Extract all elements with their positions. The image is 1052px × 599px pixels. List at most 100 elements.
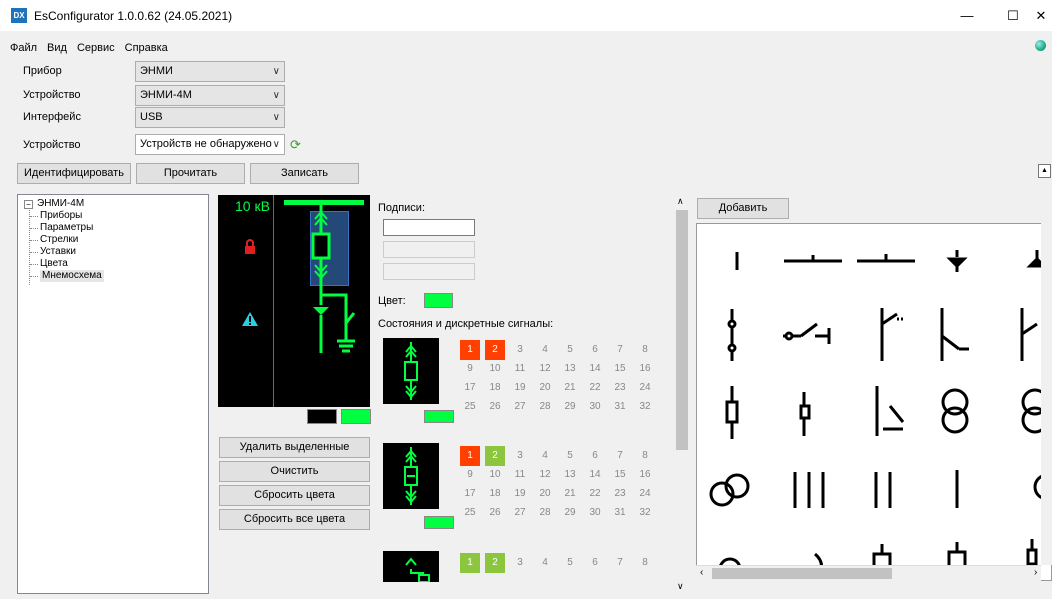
read-button[interactable]: Прочитать [136,163,245,184]
signal-cell[interactable]: 22 [585,378,605,398]
tree-item-devices[interactable]: Приборы [40,210,82,222]
element-palette[interactable] [696,223,1052,581]
scroll-down-icon[interactable]: ∨ [677,581,684,592]
states-scroll-thumb[interactable] [676,210,688,450]
signal-cell[interactable]: 3 [510,446,530,466]
signal-cell[interactable]: 6 [585,340,605,360]
palette-switch-drive-3[interactable] [1020,308,1038,361]
signal-cell[interactable]: 24 [635,484,655,504]
signal-cell[interactable]: 1 [460,340,480,360]
signal-cell[interactable]: 5 [560,340,580,360]
signal-cell[interactable]: 31 [610,397,630,417]
settings-tree[interactable]: − ЭНМИ-4М Приборы Параметры Стрелки Уста… [17,194,209,594]
signal-cell[interactable]: 19 [510,378,530,398]
signal-cell[interactable]: 30 [585,397,605,417]
signal-cell[interactable]: 12 [535,359,555,379]
signal-cell[interactable]: 4 [535,446,555,466]
signal-cell[interactable]: 22 [585,484,605,504]
signal-cell[interactable]: 23 [610,378,630,398]
palette-reactor-triple[interactable] [793,472,825,508]
signal-cell[interactable]: 29 [560,503,580,523]
delete-selected-button[interactable]: Удалить выделенные [219,437,370,458]
tree-item-parameters[interactable]: Параметры [40,222,93,234]
signal-cell[interactable]: 32 [635,397,655,417]
signal-cell[interactable]: 7 [610,553,630,573]
device-select[interactable]: ЭНМИ ∨ [135,61,285,82]
signal-cell[interactable]: 13 [560,465,580,485]
palette-fuse[interactable] [799,392,811,436]
tree-item-colors[interactable]: Цвета [40,258,68,270]
signal-cell[interactable]: 2 [485,446,505,466]
palette-disconnector[interactable] [727,309,737,361]
signal-cell[interactable]: 25 [460,503,480,523]
scroll-right-icon[interactable]: › [1034,567,1037,578]
signal-cell[interactable]: 13 [560,359,580,379]
signal-cell[interactable]: 6 [585,446,605,466]
signal-cell[interactable]: 14 [585,465,605,485]
reset-all-colors-button[interactable]: Сбросить все цвета [219,509,370,530]
signal-cell[interactable]: 4 [535,553,555,573]
menu-file[interactable]: Файл [10,38,37,58]
signal-cell[interactable]: 26 [485,503,505,523]
signal-cell[interactable]: 1 [460,446,480,466]
menu-view[interactable]: Вид [47,38,67,58]
caption-input-3[interactable] [383,263,475,280]
palette-disconnector-horizontal[interactable] [783,322,831,344]
signal-cell[interactable]: 7 [610,446,630,466]
signal-cell[interactable]: 12 [535,465,555,485]
signal-cell[interactable]: 10 [485,465,505,485]
palette-cable-head[interactable] [946,250,968,272]
signal-cell[interactable]: 3 [510,340,530,360]
state-color-swatch-2[interactable] [424,516,454,529]
menu-help[interactable]: Справка [125,38,168,58]
signal-cell[interactable]: 2 [485,553,505,573]
unit-select[interactable]: ЭНМИ-4М ∨ [135,85,285,106]
signal-cell[interactable]: 10 [485,359,505,379]
signal-cell[interactable]: 3 [510,553,530,573]
palette-transformer[interactable] [941,388,969,434]
signal-cell[interactable]: 19 [510,484,530,504]
palette-ground-switch[interactable] [875,386,905,436]
background-color-swatch[interactable] [307,409,337,424]
state-color-swatch-1[interactable] [424,410,454,423]
palette-fuse-arrows[interactable] [725,386,739,439]
port-select[interactable]: Устройств не обнаружено ∨ [135,134,285,155]
collapse-node-icon[interactable]: − [24,200,33,209]
signal-cell[interactable]: 14 [585,359,605,379]
signal-cell[interactable]: 21 [560,484,580,504]
signal-cell[interactable]: 16 [635,359,655,379]
signal-cell[interactable]: 18 [485,378,505,398]
signal-cell[interactable]: 4 [535,340,555,360]
close-button[interactable]: ✕ [1030,0,1052,31]
signal-cell[interactable]: 15 [610,359,630,379]
caption-input-2[interactable] [383,241,475,258]
signal-cell[interactable]: 8 [635,446,655,466]
signal-cell[interactable]: 5 [560,553,580,573]
signal-cell[interactable]: 29 [560,397,580,417]
minimize-button[interactable]: — [944,0,990,31]
clear-button[interactable]: Очистить [219,461,370,482]
palette-switch-drive[interactable] [880,308,905,361]
signal-cell[interactable]: 20 [535,484,555,504]
signal-cell[interactable]: 27 [510,397,530,417]
signal-cell[interactable]: 21 [560,378,580,398]
signal-cell[interactable]: 9 [460,359,480,379]
signal-cell[interactable]: 28 [535,397,555,417]
palette-bus-tap-up[interactable] [857,254,915,263]
palette-reactor-double[interactable] [874,472,892,508]
signal-cell[interactable]: 18 [485,484,505,504]
foreground-color-swatch[interactable] [341,409,371,424]
signal-cell[interactable]: 20 [535,378,555,398]
scroll-up-icon[interactable]: ∧ [677,196,684,207]
element-color-swatch[interactable] [424,293,453,308]
interface-select[interactable]: USB ∨ [135,107,285,128]
signal-cell[interactable]: 28 [535,503,555,523]
collapse-button[interactable]: ▲ [1038,164,1051,178]
signal-cell[interactable]: 30 [585,503,605,523]
signal-cell[interactable]: 32 [635,503,655,523]
menu-service[interactable]: Сервис [77,38,115,58]
signal-cell[interactable]: 26 [485,397,505,417]
signal-cell[interactable]: 17 [460,378,480,398]
palette-bus-tap-down[interactable] [784,255,842,263]
signal-cell[interactable]: 31 [610,503,630,523]
